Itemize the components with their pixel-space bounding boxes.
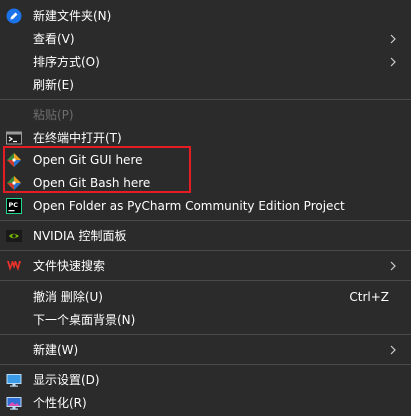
menu-item-new[interactable]: 新建(W) [0,339,411,361]
menu-item-undo-delete[interactable]: 撤消 删除(U) Ctrl+Z [0,286,411,308]
menu-item-label: 个性化(R) [33,396,87,410]
terminal-icon [6,130,22,146]
menu-item-paste: 粘贴(P) [0,104,411,126]
menu-item-label: 显示设置(D) [33,373,100,387]
menu-item-next-desktop-background[interactable]: 下一个桌面背景(N) [0,309,411,331]
menu-item-label: 新建文件夹(N) [33,9,112,23]
menu-item-nvidia-control-panel[interactable]: NVIDIA 控制面板 [0,225,411,247]
menu-item-label: 下一个桌面背景(N) [33,313,136,327]
menu-item-label: 刷新(E) [33,78,74,92]
menu-separator [0,364,411,365]
pycharm-icon: PC [6,198,22,214]
menu-item-new-folder[interactable]: 新建文件夹(N) [0,5,411,27]
menu-item-display-settings[interactable]: 显示设置(D) [0,369,411,391]
menu-separator [0,280,411,281]
menu-separator [0,220,411,221]
menu-item-view[interactable]: 查看(V) [0,28,411,50]
menu-separator [0,250,411,251]
menu-item-label: 撤消 删除(U) [33,290,103,304]
menu-item-label: 粘贴(P) [33,108,74,122]
menu-separator [0,99,411,100]
red-highlight-box [3,146,191,193]
menu-item-sort-by[interactable]: 排序方式(O) [0,51,411,73]
menu-item-quick-file-search[interactable]: 文件快速搜索 [0,255,411,277]
personalize-icon [6,395,22,411]
menu-item-label: 在终端中打开(T) [33,131,122,145]
nvidia-icon [6,228,22,244]
menu-item-label: 新建(W) [33,343,79,357]
shortcut-label: Ctrl+Z [349,290,389,304]
menu-item-refresh[interactable]: 刷新(E) [0,74,411,96]
chevron-right-icon [388,54,398,70]
menu-item-personalize[interactable]: 个性化(R) [0,392,411,414]
menu-separator [0,334,411,335]
menu-item-label: 文件快速搜索 [33,259,106,273]
chevron-right-icon [388,342,398,358]
menu-item-label: Open Folder as PyCharm Community Edition… [33,199,345,213]
display-settings-icon [6,372,22,388]
menu-item-label: 排序方式(O) [33,55,100,69]
svg-text:PC: PC [9,201,19,209]
menu-item-label: 查看(V) [33,32,75,46]
menu-item-open-pycharm[interactable]: PC Open Folder as PyCharm Community Edit… [0,195,411,217]
wps-icon [6,258,22,274]
chevron-right-icon [388,258,398,274]
new-folder-icon [6,8,22,24]
chevron-right-icon [388,31,398,47]
menu-item-label: NVIDIA 控制面板 [33,229,127,243]
desktop-context-menu: 新建文件夹(N) 查看(V) 排序方式(O) 刷新(E) 粘贴(P) 在终端中打… [0,0,411,416]
